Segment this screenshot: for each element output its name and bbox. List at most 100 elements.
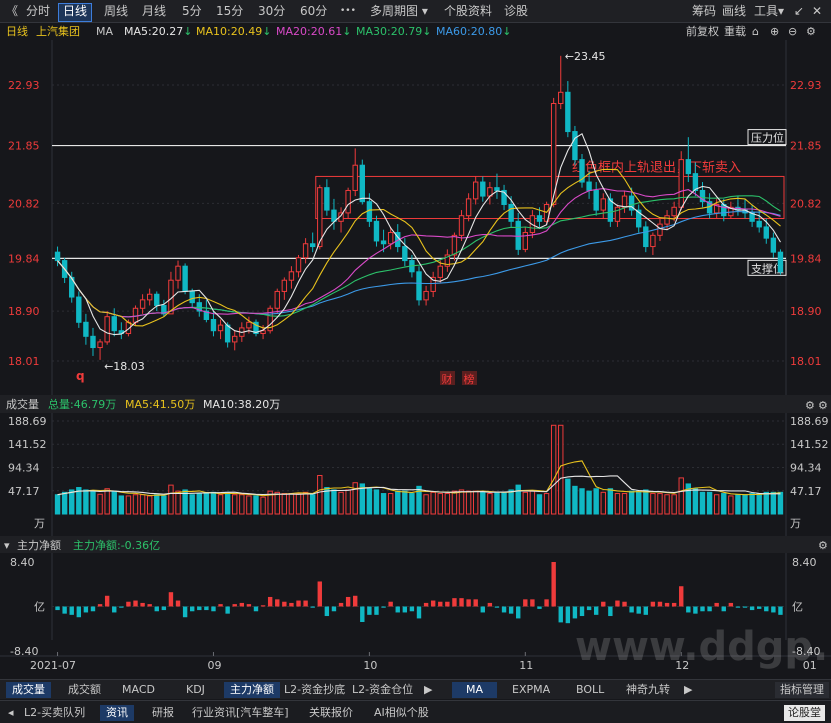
tab-tdseq[interactable]: 神奇九转 (620, 682, 676, 698)
volume-bar (451, 490, 458, 515)
volume-bar (430, 491, 436, 515)
zoom-in-icon[interactable]: ⊕ (770, 23, 779, 40)
price-tick-right: 22.93 (790, 79, 822, 92)
period-tab-30min[interactable]: 30分 (254, 3, 289, 20)
volume-bar (650, 493, 656, 515)
volume-unit-left: 万 (34, 517, 45, 530)
flow-tick-right: 8.40 (792, 556, 817, 569)
period-tab-60min[interactable]: 60分 (296, 3, 331, 20)
period-tab-daily[interactable]: 日线 (58, 3, 93, 22)
arrow-down-icon: ↓ (262, 25, 272, 38)
tab-l2-queue[interactable]: L2-买卖队列 (18, 705, 91, 721)
volume-bar (437, 493, 443, 515)
volume-bar (232, 494, 238, 515)
candle-body (302, 243, 309, 259)
arrow-down-icon: ↓ (502, 25, 512, 38)
volume-bar (309, 494, 316, 515)
tools-button[interactable]: 工具▾ (750, 3, 788, 20)
tab-turnover[interactable]: 成交额 (62, 682, 107, 698)
ma60-value: MA60:20.80↓ (436, 23, 511, 40)
tab-news[interactable]: 资讯 (100, 705, 134, 721)
period-tab-monthly[interactable]: 月线 (138, 3, 170, 20)
indicator-manage-button[interactable]: 指标管理 (775, 682, 829, 698)
volume-bars: 188.69 188.69 141.52 141.52 94.34 94.34 47.17 4… (8, 415, 829, 530)
tab-l2-position[interactable]: L2-资金仓位 (346, 682, 419, 698)
tab-ai-similar[interactable]: AI相似个股 (368, 705, 435, 721)
close-icon[interactable]: ✕ (808, 3, 826, 20)
volume-bar (742, 494, 748, 515)
flow-bar (643, 606, 648, 615)
flow-bar (388, 601, 393, 607)
flow-gear-icon[interactable]: ⚙ (818, 539, 828, 552)
volume-bar (706, 491, 713, 515)
flow-bar (735, 606, 741, 608)
ma20-value: MA20:20.61↓ (276, 23, 351, 40)
volume-settings-icon[interactable]: ⚙ (805, 399, 815, 412)
volume-tick-left: 94.34 (8, 462, 40, 475)
flow-value: 主力净额:-0.36亿 (73, 538, 160, 552)
overlay-button[interactable]: 重载 (724, 23, 746, 40)
tab-kdj[interactable]: KDJ (180, 682, 211, 698)
diagnose-button[interactable]: 诊股 (500, 3, 532, 20)
period-tab-15min[interactable]: 15分 (212, 3, 247, 20)
tab-ma[interactable]: MA (452, 682, 498, 698)
tab-boll[interactable]: BOLL (570, 682, 610, 698)
flow-bar (530, 599, 535, 607)
volume-bar (614, 493, 621, 515)
tabs-more-icon[interactable]: ▶ (678, 682, 698, 698)
tab-expma[interactable]: EXPMA (506, 682, 556, 698)
volume-bar (494, 491, 500, 515)
flow-collapse-icon[interactable]: ▾ (4, 539, 10, 552)
draw-line-button[interactable]: 画线 (718, 3, 750, 20)
candle-body (593, 189, 599, 211)
candle-body (416, 271, 422, 301)
tabs-scroll-right-icon[interactable]: ▶ (418, 682, 438, 698)
volume-gear-icon[interactable]: ⚙ (818, 399, 828, 412)
period-tab-weekly[interactable]: 周线 (100, 3, 132, 20)
adjust-button[interactable]: 前复权 (686, 23, 719, 40)
back-icon[interactable]: 《 (2, 3, 22, 20)
multi-period-button[interactable]: 多周期图 ▾ (366, 3, 432, 20)
chips-button[interactable]: 筹码 (688, 3, 720, 20)
lock-icon[interactable]: ⌂ (752, 23, 759, 40)
volume-bar (692, 488, 699, 515)
more-icon[interactable]: ••• (336, 3, 360, 20)
period-tab-5min[interactable]: 5分 (178, 3, 206, 20)
flow-bar (551, 562, 556, 607)
tab-l2-bottom[interactable]: L2-资金抄底 (278, 682, 351, 698)
volume-tick-left: 141.52 (8, 438, 47, 451)
flow-tick-right: 亿 (792, 601, 803, 614)
watermark: www.ddgp.net (575, 624, 831, 670)
kline-chart[interactable]: 22.93 22.93 21.85 21.85 20.82 20.82 19.84 19.84… (0, 40, 831, 678)
tab-related-quotes[interactable]: 关联报价 (303, 705, 359, 721)
settings-icon[interactable]: ⚙ (806, 23, 816, 40)
restore-icon[interactable]: ↙ (790, 3, 808, 20)
period-tab-fenshi[interactable]: 分时 (22, 3, 54, 20)
volume-bar (416, 485, 422, 515)
tab-main-flow[interactable]: 主力净额 (224, 682, 280, 698)
tab-volume[interactable]: 成交量 (6, 682, 51, 698)
candle-body (402, 246, 408, 262)
candle-body (189, 290, 195, 304)
candle-body (111, 316, 117, 332)
flow-bar (608, 606, 613, 617)
flow-bar (133, 600, 138, 607)
candle-body (345, 189, 351, 214)
volume-bar (529, 490, 536, 515)
tab-research[interactable]: 研报 (146, 705, 180, 721)
volume-bar (317, 475, 323, 515)
panel-expand-icon[interactable]: ◂ (2, 705, 20, 721)
volume-ma5: MA5:41.50万 (125, 398, 195, 411)
volume-bar (260, 496, 266, 515)
volume-ma10: MA10:38.20万 (203, 398, 280, 411)
flow-bar (742, 606, 748, 608)
stock-info-button[interactable]: 个股资料 (440, 3, 496, 20)
flow-bar (494, 606, 500, 608)
candle-body (217, 324, 224, 332)
flow-bar (402, 606, 408, 613)
candle-body (380, 240, 387, 245)
tab-macd[interactable]: MACD (116, 682, 161, 698)
zoom-out-icon[interactable]: ⊖ (788, 23, 797, 40)
candle-body (621, 195, 628, 208)
tab-industry-news[interactable]: 行业资讯[汽车整车] (186, 705, 295, 721)
